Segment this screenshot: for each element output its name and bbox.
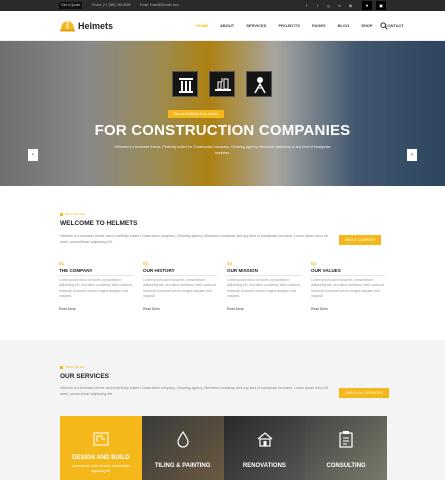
- nav-blog[interactable]: BLOG: [332, 11, 356, 41]
- nav-about[interactable]: ABOUT: [214, 11, 240, 41]
- read-more-link[interactable]: Read More: [311, 307, 385, 312]
- nav-shop[interactable]: SHOP: [355, 11, 378, 41]
- service-cards: DESIGN AND BUILD Lorem ipsum dolor sit a…: [60, 416, 387, 480]
- service-card-renovations[interactable]: RENOVATIONS: [223, 416, 306, 480]
- service-card-label: DESIGN AND BUILD: [72, 455, 130, 461]
- linkedin-icon[interactable]: in: [336, 2, 343, 9]
- service-card-tiling[interactable]: TILING & PAINTING: [141, 416, 224, 480]
- top-bar: Get a Quote Phone: (+1 (586) 455-5555 Em…: [0, 0, 445, 11]
- feature-title: OUR VALUES: [311, 267, 385, 276]
- feature-text: Lorem ipsum dolor sit amet, consectetuer…: [227, 278, 300, 298]
- nav-home[interactable]: HOME: [190, 11, 214, 41]
- feature-text: Lorem ipsum dolor sit amet, consectetuer…: [59, 278, 132, 298]
- service-card-label: TILING & PAINTING: [154, 463, 211, 469]
- read-more-link[interactable]: Read More: [227, 307, 301, 312]
- feature-company: 01 THE COMPANY Lorem ipsum dolor sit ame…: [59, 260, 133, 312]
- feature-title: OUR MISSION: [227, 267, 301, 276]
- phone-text: Phone: (+1 (586) 455-5555: [92, 3, 131, 7]
- hero-title: FOR CONSTRUCTION COMPANIES: [94, 122, 351, 139]
- service-card-consulting[interactable]: CONSULTING: [305, 416, 387, 480]
- about-company-button[interactable]: ABOUT COMPANY: [339, 235, 382, 245]
- service-card-design[interactable]: DESIGN AND BUILD Lorem ipsum dolor sit a…: [60, 416, 142, 480]
- welcome-text: Helmets is a business theme which perfec…: [60, 234, 328, 244]
- worker-icon: [246, 71, 272, 97]
- read-more-link[interactable]: Read More: [143, 307, 217, 312]
- clipboard-icon: [339, 431, 353, 448]
- services-title: OUR SERVICES: [60, 373, 110, 380]
- twitter-icon[interactable]: t: [314, 2, 321, 9]
- feature-text: Lorem ipsum dolor sit amet, consectetuer…: [311, 278, 384, 298]
- get-quote-button[interactable]: Get a Quote: [59, 2, 83, 9]
- paint-drop-icon: [177, 430, 189, 448]
- feature-number: 04: [311, 261, 317, 266]
- helmet-logo-icon[interactable]: [60, 19, 75, 33]
- read-more-link[interactable]: Read More: [59, 307, 133, 312]
- slider-prev-arrow-icon[interactable]: ‹: [28, 149, 38, 161]
- welcome-eyebrow: WHO WE ARE: [60, 212, 85, 217]
- services-section: WHAT WE DO OUR SERVICES Helmets is a bus…: [0, 340, 445, 480]
- rss-icon[interactable]: ◉: [347, 2, 354, 9]
- service-card-label: RENOVATIONS: [242, 463, 286, 469]
- heart-icon[interactable]: ♥: [362, 1, 372, 10]
- column-icon: [172, 71, 198, 97]
- building-icon: [209, 71, 235, 97]
- service-card-label: CONSULTING: [326, 463, 366, 469]
- nav-pages[interactable]: PAGES: [306, 11, 332, 41]
- google-plus-icon[interactable]: g: [325, 2, 332, 9]
- feature-values: 04 OUR VALUES Lorem ipsum dolor sit amet…: [311, 260, 385, 312]
- feature-history: 02 OUR HISTORY Lorem ipsum dolor sit ame…: [143, 260, 217, 312]
- email-text: Email: Email@Domain.com: [140, 3, 179, 7]
- cart-icon[interactable]: ▣: [376, 1, 386, 10]
- facebook-icon[interactable]: f: [303, 2, 310, 9]
- feature-text: Lorem ipsum dolor sit amet, consectetuer…: [143, 278, 216, 298]
- blueprint-icon: [93, 432, 109, 446]
- welcome-section: WHO WE ARE WELCOME TO HELMETS Helmets is…: [0, 186, 445, 340]
- search-icon[interactable]: [380, 22, 388, 30]
- feature-number: 02: [143, 261, 149, 266]
- hero-description: Helmets is a business theme. Perfectly s…: [114, 145, 331, 155]
- nav-projects[interactable]: PROJECTS: [272, 11, 306, 41]
- check-all-services-button[interactable]: CHECK ALL SERVICES: [339, 388, 389, 398]
- logo-text[interactable]: Helmets: [78, 20, 113, 32]
- site-header: Helmets HOME ABOUT SERVICES PROJECTS PAG…: [0, 11, 445, 41]
- nav-services[interactable]: SERVICES: [240, 11, 272, 41]
- main-nav: HOME ABOUT SERVICES PROJECTS PAGES BLOG …: [190, 11, 410, 41]
- feature-title: OUR HISTORY: [143, 267, 217, 276]
- services-eyebrow: WHAT WE DO: [60, 365, 85, 370]
- slider-next-arrow-icon[interactable]: ›: [407, 149, 417, 161]
- house-icon: [257, 432, 272, 447]
- feature-title: THE COMPANY: [59, 267, 133, 276]
- hero-kicker: We are Building Your Needs: [168, 110, 224, 118]
- feature-mission: 03 OUR MISSION Lorem ipsum dolor sit ame…: [227, 260, 301, 312]
- welcome-title: WELCOME TO HELMETS: [60, 220, 138, 227]
- feature-number: 01: [59, 261, 65, 266]
- feature-number: 03: [227, 261, 233, 266]
- services-text: Helmets is a business theme which perfec…: [60, 386, 328, 396]
- hero-slider: We are Building Your Needs FOR CONSTRUCT…: [0, 41, 445, 186]
- service-card-text: Lorem ipsum dolor sit amet, consectetuer…: [71, 464, 131, 473]
